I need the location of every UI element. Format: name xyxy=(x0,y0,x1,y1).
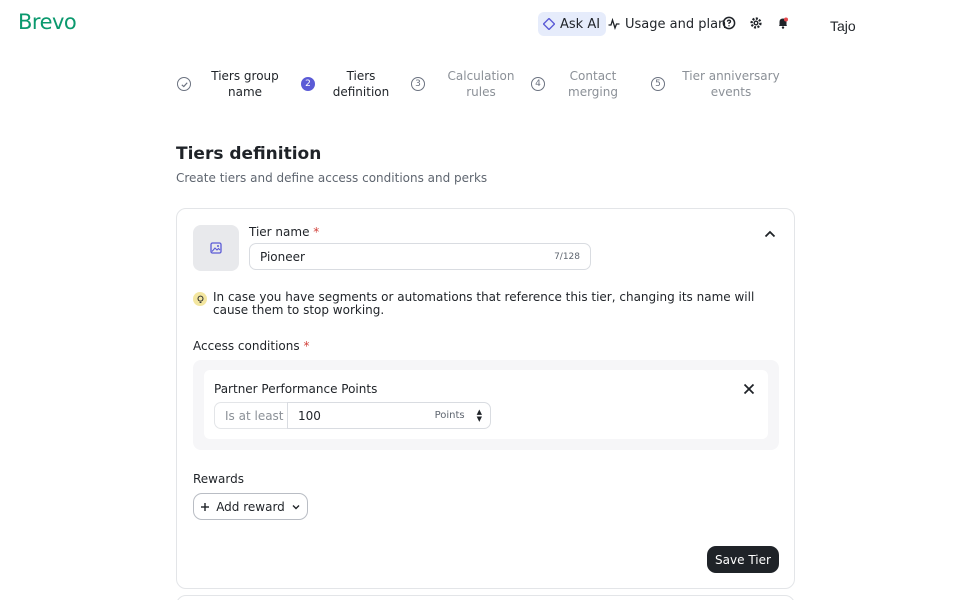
close-icon[interactable] xyxy=(742,382,756,396)
add-reward-label: Add reward xyxy=(216,499,285,514)
page-title: Tiers definition xyxy=(176,144,322,164)
ask-ai-label: Ask AI xyxy=(560,16,601,32)
help-icon[interactable] xyxy=(722,16,736,30)
page-subtitle: Create tiers and define access condition… xyxy=(176,171,488,185)
tier-name-value: Pioneer xyxy=(260,249,305,264)
access-conditions-label: Access conditions * xyxy=(193,339,309,353)
brevo-logo[interactable]: Brevo xyxy=(18,10,77,34)
condition-operator[interactable]: Is at least xyxy=(214,402,288,429)
add-reward-button[interactable]: Add reward xyxy=(193,493,308,520)
step-tier-anniversary-events[interactable]: 5 Tier anniversary events xyxy=(651,68,791,100)
usage-and-plan-button[interactable]: Usage and plan xyxy=(608,12,726,36)
step-label: Contact merging xyxy=(568,69,618,99)
step-calculation-rules[interactable]: 3 Calculation rules xyxy=(411,68,521,100)
user-name[interactable]: Tajo xyxy=(830,18,856,34)
step-label: Calculation rules xyxy=(447,69,515,99)
activity-icon xyxy=(608,18,620,30)
tier-image-upload[interactable] xyxy=(193,225,239,271)
bell-icon[interactable] xyxy=(776,16,790,30)
lightbulb-icon xyxy=(193,292,207,306)
required-mark: * xyxy=(313,225,320,239)
rewards-label: Rewards xyxy=(193,472,244,486)
check-circle-icon xyxy=(177,77,191,91)
ask-ai-button[interactable]: Ask AI xyxy=(538,12,607,36)
usage-label: Usage and plan xyxy=(625,16,727,32)
step-label: Tiers group name xyxy=(211,69,279,99)
chevron-up-icon[interactable] xyxy=(763,227,777,241)
save-tier-button[interactable]: Save Tier xyxy=(707,546,779,573)
chevron-down-icon xyxy=(292,504,300,509)
tier-name-input[interactable]: Pioneer 7/128 xyxy=(249,243,591,270)
stepper-down-icon[interactable]: ▼ xyxy=(477,415,482,423)
condition-value: 100 xyxy=(298,408,321,423)
plus-icon xyxy=(201,502,210,511)
step-number: 4 xyxy=(531,77,545,91)
image-icon xyxy=(210,242,222,254)
warning-text: In case you have segments or automations… xyxy=(213,290,755,317)
tier-name-label-text: Tier name xyxy=(249,225,310,239)
access-conditions-group: Partner Performance Points Is at least 1… xyxy=(193,360,779,450)
condition-value-input[interactable]: 100 Points ▲ ▼ xyxy=(287,402,491,429)
sparkle-icon xyxy=(543,18,555,30)
access-conditions-label-text: Access conditions xyxy=(193,339,300,353)
character-count: 7/128 xyxy=(554,251,580,262)
number-stepper[interactable]: ▲ ▼ xyxy=(477,408,482,423)
tier-name-label: Tier name * xyxy=(249,225,319,239)
condition-title: Partner Performance Points xyxy=(214,382,378,396)
step-label: Tier anniversary events xyxy=(682,69,780,99)
step-number: 3 xyxy=(411,77,425,91)
step-contact-merging[interactable]: 4 Contact merging xyxy=(531,68,631,100)
required-mark: * xyxy=(303,339,310,353)
condition-unit: Points xyxy=(434,410,465,421)
step-number: 2 xyxy=(301,77,315,91)
gear-icon[interactable] xyxy=(749,16,763,30)
step-tiers-group-name[interactable]: Tiers group name xyxy=(177,68,287,100)
step-number: 5 xyxy=(651,77,665,91)
step-tiers-definition[interactable]: 2 Tiers definition xyxy=(301,68,391,100)
next-tier-card xyxy=(176,595,795,600)
step-label: Tiers definition xyxy=(332,69,390,99)
condition-row: Partner Performance Points Is at least 1… xyxy=(204,370,768,439)
tier-card: Tier name * Pioneer 7/128 In case you ha… xyxy=(176,208,795,589)
rename-warning: In case you have segments or automations… xyxy=(193,291,783,317)
